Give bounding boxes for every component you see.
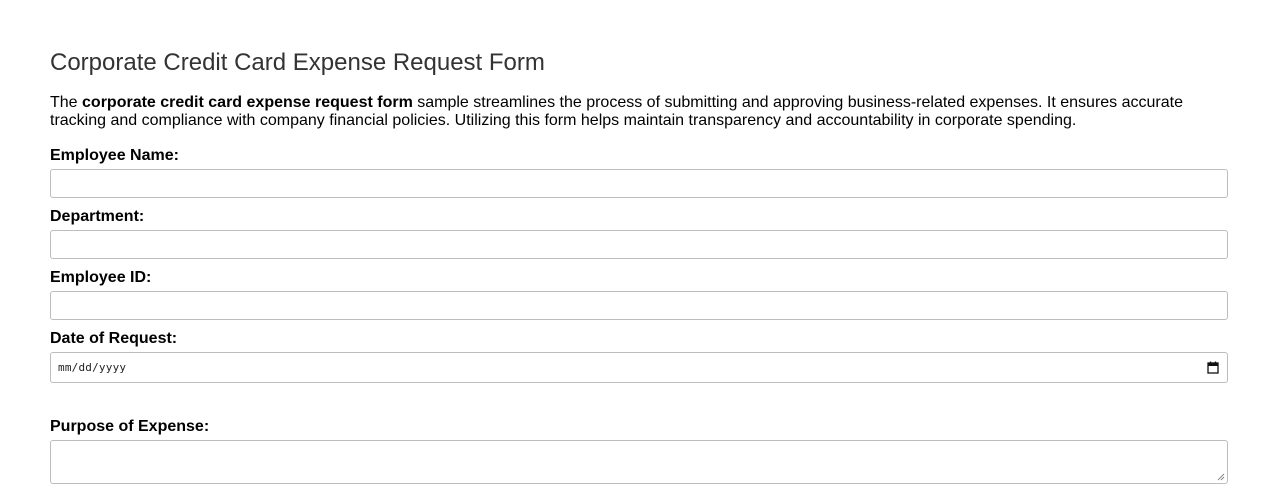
expense-request-page: Corporate Credit Card Expense Request Fo… (0, 0, 1278, 501)
date-of-request-input[interactable]: mm/dd/yyyy (50, 352, 1228, 383)
page-title: Corporate Credit Card Expense Request Fo… (50, 49, 545, 76)
calendar-icon[interactable] (1207, 361, 1219, 374)
employee-id-input[interactable] (50, 291, 1228, 320)
employee-name-label: Employee Name: (50, 147, 179, 164)
purpose-of-expense-label: Purpose of Expense: (50, 418, 210, 435)
employee-name-input[interactable] (50, 169, 1228, 198)
description-prefix: The (50, 94, 83, 111)
form-description: The corporate credit card expense reques… (50, 94, 1230, 130)
department-input[interactable] (50, 230, 1228, 259)
department-label: Department: (50, 208, 145, 225)
description-bold-phrase: corporate credit card expense request fo… (82, 94, 413, 111)
employee-id-label: Employee ID: (50, 269, 152, 286)
resize-grip-icon[interactable] (1217, 473, 1225, 481)
date-of-request-label: Date of Request: (50, 330, 178, 347)
purpose-of-expense-textarea[interactable] (50, 440, 1228, 484)
date-placeholder: mm/dd/yyyy (58, 361, 127, 374)
